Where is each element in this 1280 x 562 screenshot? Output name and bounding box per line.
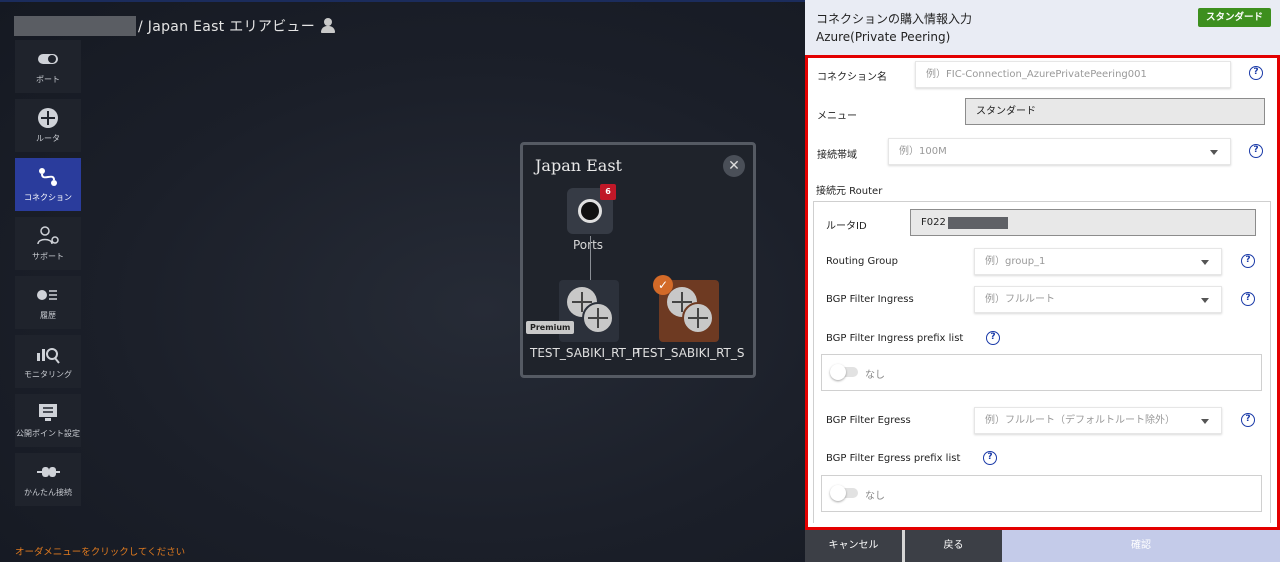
chevron-down-icon [1210, 150, 1218, 155]
menu-label: メニュー [817, 111, 857, 122]
sidebar-item-router[interactable]: ルータ [15, 99, 81, 152]
breadcrumb-title: / Japan East エリアビュー [138, 19, 316, 35]
bgp-ingress-prefix-label: BGP Filter Ingress prefix list [826, 333, 964, 344]
connection-name-input[interactable]: 例）FIC-Connection_AzurePrivatePeering001 [915, 61, 1231, 88]
bgp-egress-prefix-box: なし [821, 475, 1262, 512]
sidebar-item-monitoring[interactable]: モニタリング [15, 335, 81, 388]
sidebar-item-label: コネクション [24, 193, 72, 202]
sidebar-item-label: かんたん接続 [24, 488, 72, 497]
support-icon [36, 225, 60, 247]
sidebar-item-label: ルータ [36, 134, 60, 143]
easy-connect-icon [36, 461, 60, 483]
chevron-down-icon [1201, 419, 1209, 424]
sidebar-item-public-point[interactable]: 公開ポイント設定 [15, 394, 81, 447]
premium-badge: Premium [526, 321, 575, 334]
toggle-state-text: なし [865, 370, 885, 381]
sidebar-item-support[interactable]: サポート [15, 217, 81, 270]
map-title: Japan East [535, 156, 622, 175]
help-icon[interactable]: ? [1249, 66, 1263, 80]
sidebar-item-port[interactable]: ポート [15, 40, 81, 93]
bgp-ingress-prefix-box: なし [821, 354, 1262, 391]
router-id-label: ルータID [826, 221, 867, 232]
bgp-ingress-placeholder: 例）フルルート [985, 294, 1055, 305]
help-icon[interactable]: ? [1241, 413, 1255, 427]
source-router-section-label: 接続元 Router [816, 186, 883, 197]
sidebar-item-history[interactable]: 履歴 [15, 276, 81, 329]
panel-footer: キャンセル 戻る 確認 [805, 530, 1280, 562]
bgp-ingress-prefix-toggle[interactable] [830, 364, 858, 380]
port-icon [36, 48, 60, 70]
connection-icon [36, 166, 60, 188]
hint-text: オーダメニューをクリックしてください [15, 547, 186, 558]
breadcrumb: / Japan East エリアビュー [14, 16, 336, 36]
router-icon [36, 107, 60, 129]
bandwidth-select[interactable]: 例）100M [888, 138, 1231, 165]
toggle-knob [830, 485, 846, 501]
public-point-icon [36, 402, 60, 424]
routing-group-placeholder: 例）group_1 [985, 256, 1046, 267]
cancel-button[interactable]: キャンセル [805, 530, 902, 562]
panel-subtitle: Azure(Private Peering) [816, 30, 951, 44]
sidebar-item-connection[interactable]: コネクション [15, 158, 81, 211]
connection-name-label: コネクション名 [817, 72, 887, 83]
bgp-egress-select[interactable]: 例）フルルート（デフォルトルート除外） [974, 407, 1222, 434]
help-icon[interactable]: ? [1241, 254, 1255, 268]
ports-label: Ports [573, 238, 604, 252]
back-button[interactable]: 戻る [905, 530, 1002, 562]
sidebar-item-label: 履歴 [40, 311, 56, 320]
check-icon: ✓ [653, 275, 673, 295]
router-id-field: F022 [910, 209, 1256, 236]
routing-group-label: Routing Group [826, 256, 898, 267]
sidebar-item-label: ポート [36, 75, 60, 84]
redacted-router-id [948, 217, 1008, 229]
ports-count-badge: 6 [600, 184, 616, 200]
routing-group-select[interactable]: 例）group_1 [974, 248, 1222, 275]
bgp-egress-prefix-label: BGP Filter Egress prefix list [826, 453, 961, 464]
toggle-knob [830, 364, 846, 380]
source-router-section: ルータID F022 Routing Group 例）group_1 ? BGP… [813, 201, 1271, 523]
router-id-value: F022 [921, 217, 946, 228]
area-map-card: Japan East ✕ 6 Ports Premium ✓ TEST_SABI… [520, 142, 756, 378]
confirm-button[interactable]: 確認 [1002, 530, 1280, 562]
connection-line [590, 236, 591, 280]
sidebar-item-easy-connect[interactable]: かんたん接続 [15, 453, 81, 506]
panel-title: コネクションの購入情報入力 [816, 12, 973, 26]
port-ring-icon [578, 199, 602, 223]
chevron-down-icon [1201, 260, 1209, 265]
sidebar-item-label: サポート [32, 252, 64, 261]
help-icon[interactable]: ? [983, 451, 997, 465]
purchase-form-panel: コネクションの購入情報入力 Azure(Private Peering) スタン… [805, 0, 1280, 562]
user-icon [321, 18, 336, 34]
help-icon[interactable]: ? [986, 331, 1000, 345]
bandwidth-label: 接続帯域 [817, 150, 857, 161]
router-label-premium: TEST_SABIKI_RT_P [530, 346, 640, 360]
top-accent-line [0, 0, 805, 2]
toggle-state-text: なし [865, 491, 885, 502]
panel-header: コネクションの購入情報入力 Azure(Private Peering) スタン… [805, 0, 1280, 55]
redacted-breadcrumb-segment[interactable] [14, 16, 136, 36]
router-label-standard: TEST_SABIKI_RT_S [635, 346, 745, 360]
chevron-down-icon [1201, 298, 1209, 303]
close-icon[interactable]: ✕ [723, 155, 745, 177]
monitoring-icon [36, 343, 60, 365]
sidebar-item-label: 公開ポイント設定 [16, 429, 80, 438]
plan-badge: スタンダード [1198, 8, 1271, 27]
sidebar: ポート ルータ コネクション サポート 履歴 モニタリング 公開ポイント設定 か… [15, 40, 81, 512]
bgp-ingress-label: BGP Filter Ingress [826, 294, 914, 305]
bgp-ingress-select[interactable]: 例）フルルート [974, 286, 1222, 313]
bandwidth-placeholder: 例）100M [899, 146, 947, 157]
help-icon[interactable]: ? [1241, 292, 1255, 306]
sidebar-item-label: モニタリング [24, 370, 72, 379]
menu-field: スタンダード [965, 98, 1265, 125]
history-icon [36, 284, 60, 306]
help-icon[interactable]: ? [1249, 144, 1263, 158]
bgp-egress-label: BGP Filter Egress [826, 415, 911, 426]
bgp-egress-prefix-toggle[interactable] [830, 485, 858, 501]
area-view: / Japan East エリアビュー ポート ルータ コネクション サポート … [0, 0, 805, 562]
bgp-egress-placeholder: 例）フルルート（デフォルトルート除外） [985, 415, 1175, 426]
